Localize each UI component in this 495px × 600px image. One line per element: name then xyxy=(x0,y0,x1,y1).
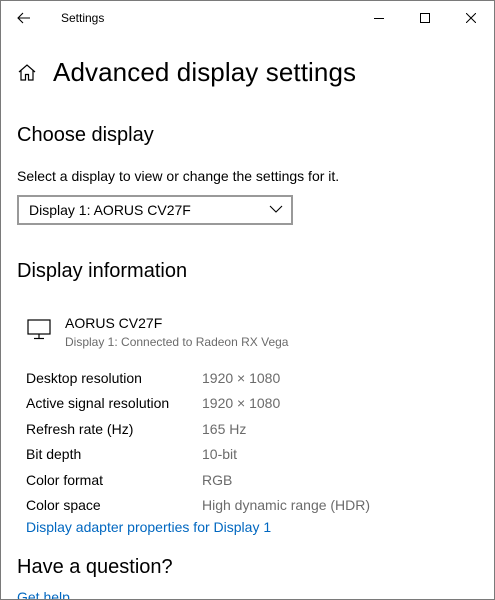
info-label: Refresh rate (Hz) xyxy=(26,420,134,437)
home-icon xyxy=(18,64,36,81)
info-row-desktop-resolution: Desktop resolution 1920 × 1080 xyxy=(26,365,370,391)
info-value: 1920 × 1080 xyxy=(202,369,281,386)
info-label: Desktop resolution xyxy=(26,369,142,386)
home-button[interactable] xyxy=(17,63,37,83)
title-bar: Settings xyxy=(1,1,494,35)
back-arrow-icon xyxy=(17,12,30,24)
info-row-refresh-rate: Refresh rate (Hz) 165 Hz xyxy=(26,416,370,442)
info-label: Bit depth xyxy=(26,446,82,463)
display-info-table: Desktop resolution 1920 × 1080 Active si… xyxy=(26,365,370,518)
info-label: Color format xyxy=(26,471,104,488)
info-row-active-signal-resolution: Active signal resolution 1920 × 1080 xyxy=(26,391,370,417)
info-label: Color space xyxy=(26,497,101,514)
info-value: 1920 × 1080 xyxy=(202,395,281,412)
info-value: 165 Hz xyxy=(202,420,247,437)
info-value: High dynamic range (HDR) xyxy=(202,497,371,514)
info-row-color-format: Color format RGB xyxy=(26,467,370,493)
minimize-icon xyxy=(374,18,384,19)
info-row-color-space: Color space High dynamic range (HDR) xyxy=(26,493,370,519)
close-icon xyxy=(466,13,476,23)
monitor-connection: Display 1: Connected to Radeon RX Vega xyxy=(65,335,289,349)
display-select-value: Display 1: AORUS CV27F xyxy=(29,202,191,218)
info-row-bit-depth: Bit depth 10-bit xyxy=(26,442,370,468)
page-title: Advanced display settings xyxy=(53,57,357,87)
minimize-button[interactable] xyxy=(356,1,402,35)
choose-display-description: Select a display to view or change the s… xyxy=(17,168,340,184)
info-label: Active signal resolution xyxy=(26,395,170,412)
back-button[interactable] xyxy=(1,1,47,35)
monitor-summary: AORUS CV27F Display 1: Connected to Rade… xyxy=(27,315,288,349)
display-information-heading: Display information xyxy=(17,260,188,282)
info-value: 10-bit xyxy=(202,446,238,463)
have-a-question-heading: Have a question? xyxy=(17,556,173,578)
settings-window: Settings Advanced display settings Choos… xyxy=(0,0,495,600)
monitor-icon xyxy=(27,319,51,340)
maximize-button[interactable] xyxy=(402,1,448,35)
display-select-dropdown[interactable]: Display 1: AORUS CV27F xyxy=(17,195,293,225)
display-adapter-properties-link[interactable]: Display adapter properties for Display 1 xyxy=(26,519,271,535)
window-title: Settings xyxy=(61,11,105,25)
monitor-name: AORUS CV27F xyxy=(65,315,163,331)
page-header: Advanced display settings xyxy=(17,57,356,88)
close-button[interactable] xyxy=(448,1,494,35)
choose-display-heading: Choose display xyxy=(17,124,154,146)
caption-buttons xyxy=(356,1,494,35)
info-value: RGB xyxy=(202,471,233,488)
get-help-link[interactable]: Get help xyxy=(17,589,70,599)
maximize-icon xyxy=(420,13,430,23)
chevron-down-icon xyxy=(269,205,283,213)
